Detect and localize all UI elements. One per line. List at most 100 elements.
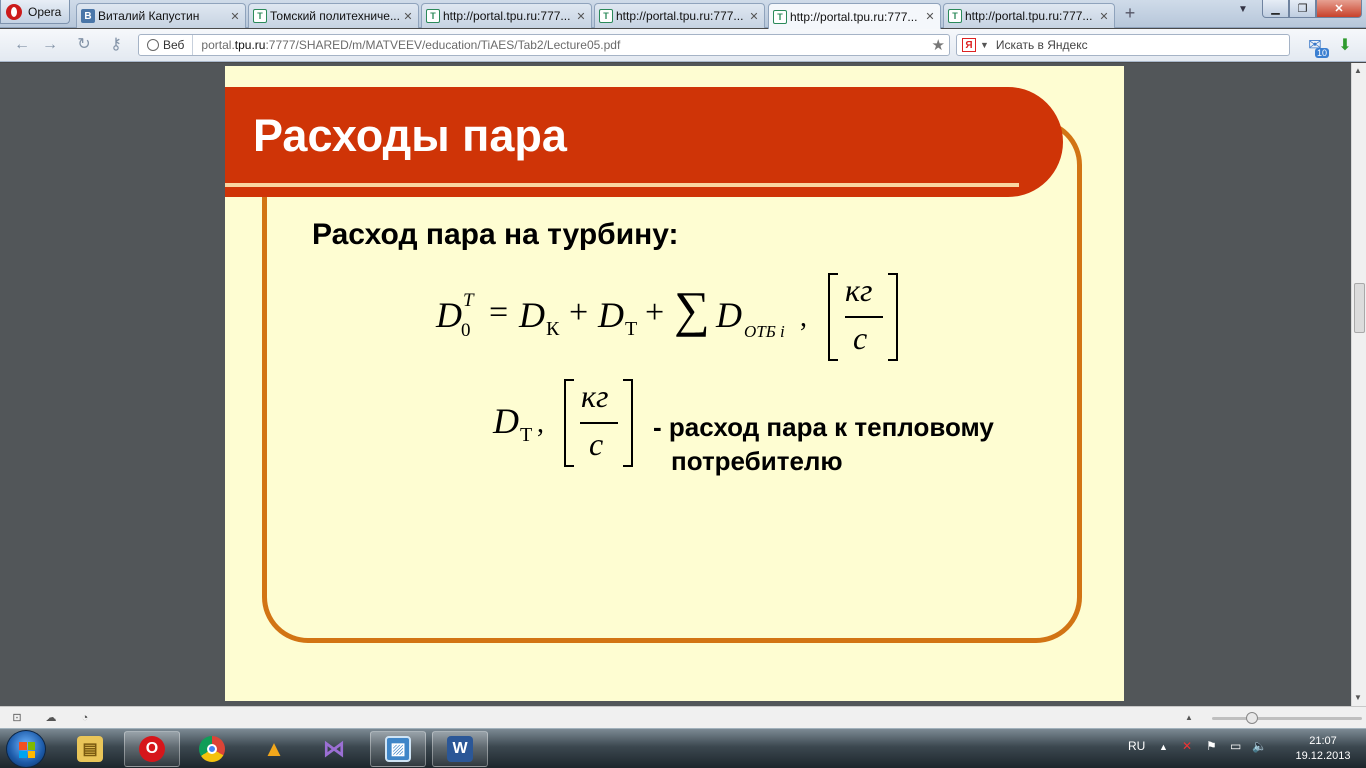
- dt-description: - расход пара к тепловому потребителю: [653, 410, 994, 478]
- zoom-slider-track[interactable]: [1212, 717, 1362, 720]
- close-icon[interactable]: ✕: [1098, 10, 1110, 23]
- start-button[interactable]: [6, 730, 46, 768]
- tab-portal-active[interactable]: Т http://portal.tpu.ru:777... ✕: [768, 3, 941, 29]
- zoom-slider-handle[interactable]: [1246, 712, 1258, 724]
- formula-eq: =: [489, 294, 509, 331]
- scroll-up-icon[interactable]: ▲: [1354, 66, 1362, 75]
- formula-plus-1: +: [569, 294, 589, 331]
- mail-icon[interactable]: ✉ 10: [1304, 34, 1329, 58]
- flag-icon[interactable]: ⚑: [1206, 739, 1217, 753]
- reload-icon[interactable]: ↻: [74, 35, 94, 55]
- tpu-icon: Т: [253, 9, 267, 23]
- address-field[interactable]: Веб portal.tpu.ru:7777/SHARED/m/MATVEEV/…: [138, 34, 950, 56]
- yandex-icon: Я: [962, 38, 976, 52]
- tpu-icon: Т: [426, 9, 440, 23]
- taskbar-word[interactable]: W: [432, 731, 488, 767]
- scroll-down-icon[interactable]: ▼: [1354, 693, 1362, 702]
- status-bar: ⊡ ☁ ◔ ▲: [0, 706, 1366, 728]
- bracket2-left: [564, 379, 574, 467]
- dt-description-line2: потребителю: [671, 446, 843, 476]
- opera-menu-label: Opera: [28, 4, 62, 19]
- address-toolbar: ← → ↻ ⚷ Веб portal.tpu.ru:7777/SHARED/m/…: [0, 29, 1366, 62]
- web-chip[interactable]: Веб: [139, 35, 194, 55]
- tray-expand-icon[interactable]: ▲: [1159, 742, 1168, 752]
- title-underline: [225, 183, 1019, 187]
- taskbar-image-viewer[interactable]: ▨: [370, 731, 426, 767]
- close-icon[interactable]: ✕: [229, 10, 241, 23]
- formula-sub-otb: ОТБ i: [744, 322, 785, 341]
- speed-dial-icon[interactable]: ◔: [78, 711, 92, 725]
- formula2-d: D: [493, 401, 519, 441]
- vertical-scrollbar[interactable]: ▲ ▼: [1351, 63, 1366, 706]
- forward-arrow-icon[interactable]: →: [40, 35, 60, 55]
- close-icon[interactable]: ✕: [924, 10, 936, 23]
- unit2-numerator: кг: [581, 378, 609, 414]
- tab-portal-2[interactable]: Т http://portal.tpu.ru:777... ✕: [594, 3, 765, 28]
- url-path: :7777/SHARED/m/MATVEEV/education/TiAES/T…: [265, 38, 621, 52]
- bookmark-star-icon[interactable]: ★: [932, 36, 945, 54]
- search-field[interactable]: Я ▼ Искать в Яндекс: [956, 34, 1290, 56]
- windows-taskbar: ▤ O ▲ ⋈ ▨ W RU ▲ ✕ ⚑ ▭ 🔈 21:07 19.12.201…: [0, 728, 1366, 768]
- mail-count-badge: 10: [1314, 48, 1329, 58]
- pdf-viewport[interactable]: Расходы пара Расход пара на турбину: D T…: [0, 63, 1351, 706]
- tab-tpu-home[interactable]: Т Томский политехниче... ✕: [248, 3, 419, 28]
- close-icon[interactable]: ✕: [402, 10, 414, 23]
- formula-plus-2: +: [645, 294, 665, 331]
- opera-menu-button[interactable]: Opera: [0, 0, 70, 24]
- tab-portal-1[interactable]: Т http://portal.tpu.ru:777... ✕: [421, 3, 592, 28]
- language-indicator[interactable]: RU: [1128, 739, 1145, 753]
- tab-label: http://portal.tpu.ru:777...: [965, 9, 1093, 23]
- formula-d0: D: [436, 295, 462, 335]
- formula-sub-0: 0: [461, 320, 471, 341]
- panel-toggle-icon[interactable]: ⊡: [10, 711, 24, 725]
- tab-vk[interactable]: B Виталий Капустин ✕: [76, 3, 246, 28]
- picture-icon: ▨: [385, 736, 411, 762]
- windows-logo-icon: [19, 742, 35, 758]
- formula-dotb: D: [716, 295, 742, 335]
- search-engine-chevron-icon[interactable]: ▼: [980, 40, 989, 50]
- scroll-thumb[interactable]: [1354, 283, 1365, 333]
- vk-icon: B: [81, 9, 95, 23]
- minimize-button[interactable]: ▁: [1262, 0, 1289, 18]
- formula-dt: D: [598, 295, 624, 335]
- formula-sup-t: T: [463, 290, 474, 311]
- formula-comma-1: ,: [800, 302, 807, 333]
- taskbar-aimp[interactable]: ▲: [246, 731, 302, 767]
- back-arrow-icon[interactable]: ←: [12, 35, 32, 55]
- tab-bar: Opera B Виталий Капустин ✕ Т Томский пол…: [0, 0, 1366, 29]
- opera-logo-icon: [6, 3, 22, 20]
- bracket-left: [828, 273, 838, 361]
- formula-sub-t: Т: [625, 318, 638, 340]
- close-icon[interactable]: ✕: [748, 10, 760, 23]
- network-icon[interactable]: ▭: [1230, 739, 1241, 753]
- clock-date: 19.12.2013: [1295, 750, 1351, 762]
- new-tab-button[interactable]: +: [1120, 4, 1140, 24]
- tab-list-chevron-icon[interactable]: ▼: [1238, 4, 1248, 15]
- url-text[interactable]: portal.tpu.ru:7777/SHARED/m/MATVEEV/educ…: [193, 38, 620, 52]
- maximize-button[interactable]: ❐: [1289, 0, 1316, 18]
- taskbar-chrome[interactable]: [184, 731, 240, 767]
- tab-portal-4[interactable]: Т http://portal.tpu.ru:777... ✕: [943, 3, 1115, 28]
- network-error-icon[interactable]: ✕: [1182, 739, 1192, 753]
- tab-label: http://portal.tpu.ru:777...: [616, 9, 744, 23]
- taskbar-opera[interactable]: O: [124, 731, 180, 767]
- download-icon[interactable]: ⬇: [1334, 34, 1356, 56]
- key-icon[interactable]: ⚷: [106, 35, 126, 55]
- slide-frame: [262, 119, 1082, 643]
- unit-denominator: с: [853, 320, 868, 356]
- close-icon[interactable]: ✕: [575, 10, 587, 23]
- clock[interactable]: 21:07 19.12.2013: [1294, 734, 1352, 764]
- taskbar-visual-studio[interactable]: ⋈: [306, 731, 362, 767]
- visual-studio-icon: ⋈: [323, 736, 345, 761]
- bracket-right: [888, 273, 898, 361]
- chrome-icon: [199, 736, 225, 762]
- tab-label: Томский политехниче...: [270, 9, 400, 23]
- volume-icon[interactable]: 🔈: [1252, 739, 1267, 753]
- slide: Расходы пара Расход пара на турбину: D T…: [225, 66, 1124, 701]
- taskbar-explorer[interactable]: ▤: [62, 731, 118, 767]
- close-window-button[interactable]: ✕: [1316, 0, 1362, 18]
- web-chip-label: Веб: [163, 38, 185, 52]
- cloud-icon[interactable]: ☁: [44, 711, 58, 725]
- zoom-menu-icon[interactable]: ▲: [1182, 711, 1196, 725]
- tab-label: http://portal.tpu.ru:777...: [790, 9, 918, 24]
